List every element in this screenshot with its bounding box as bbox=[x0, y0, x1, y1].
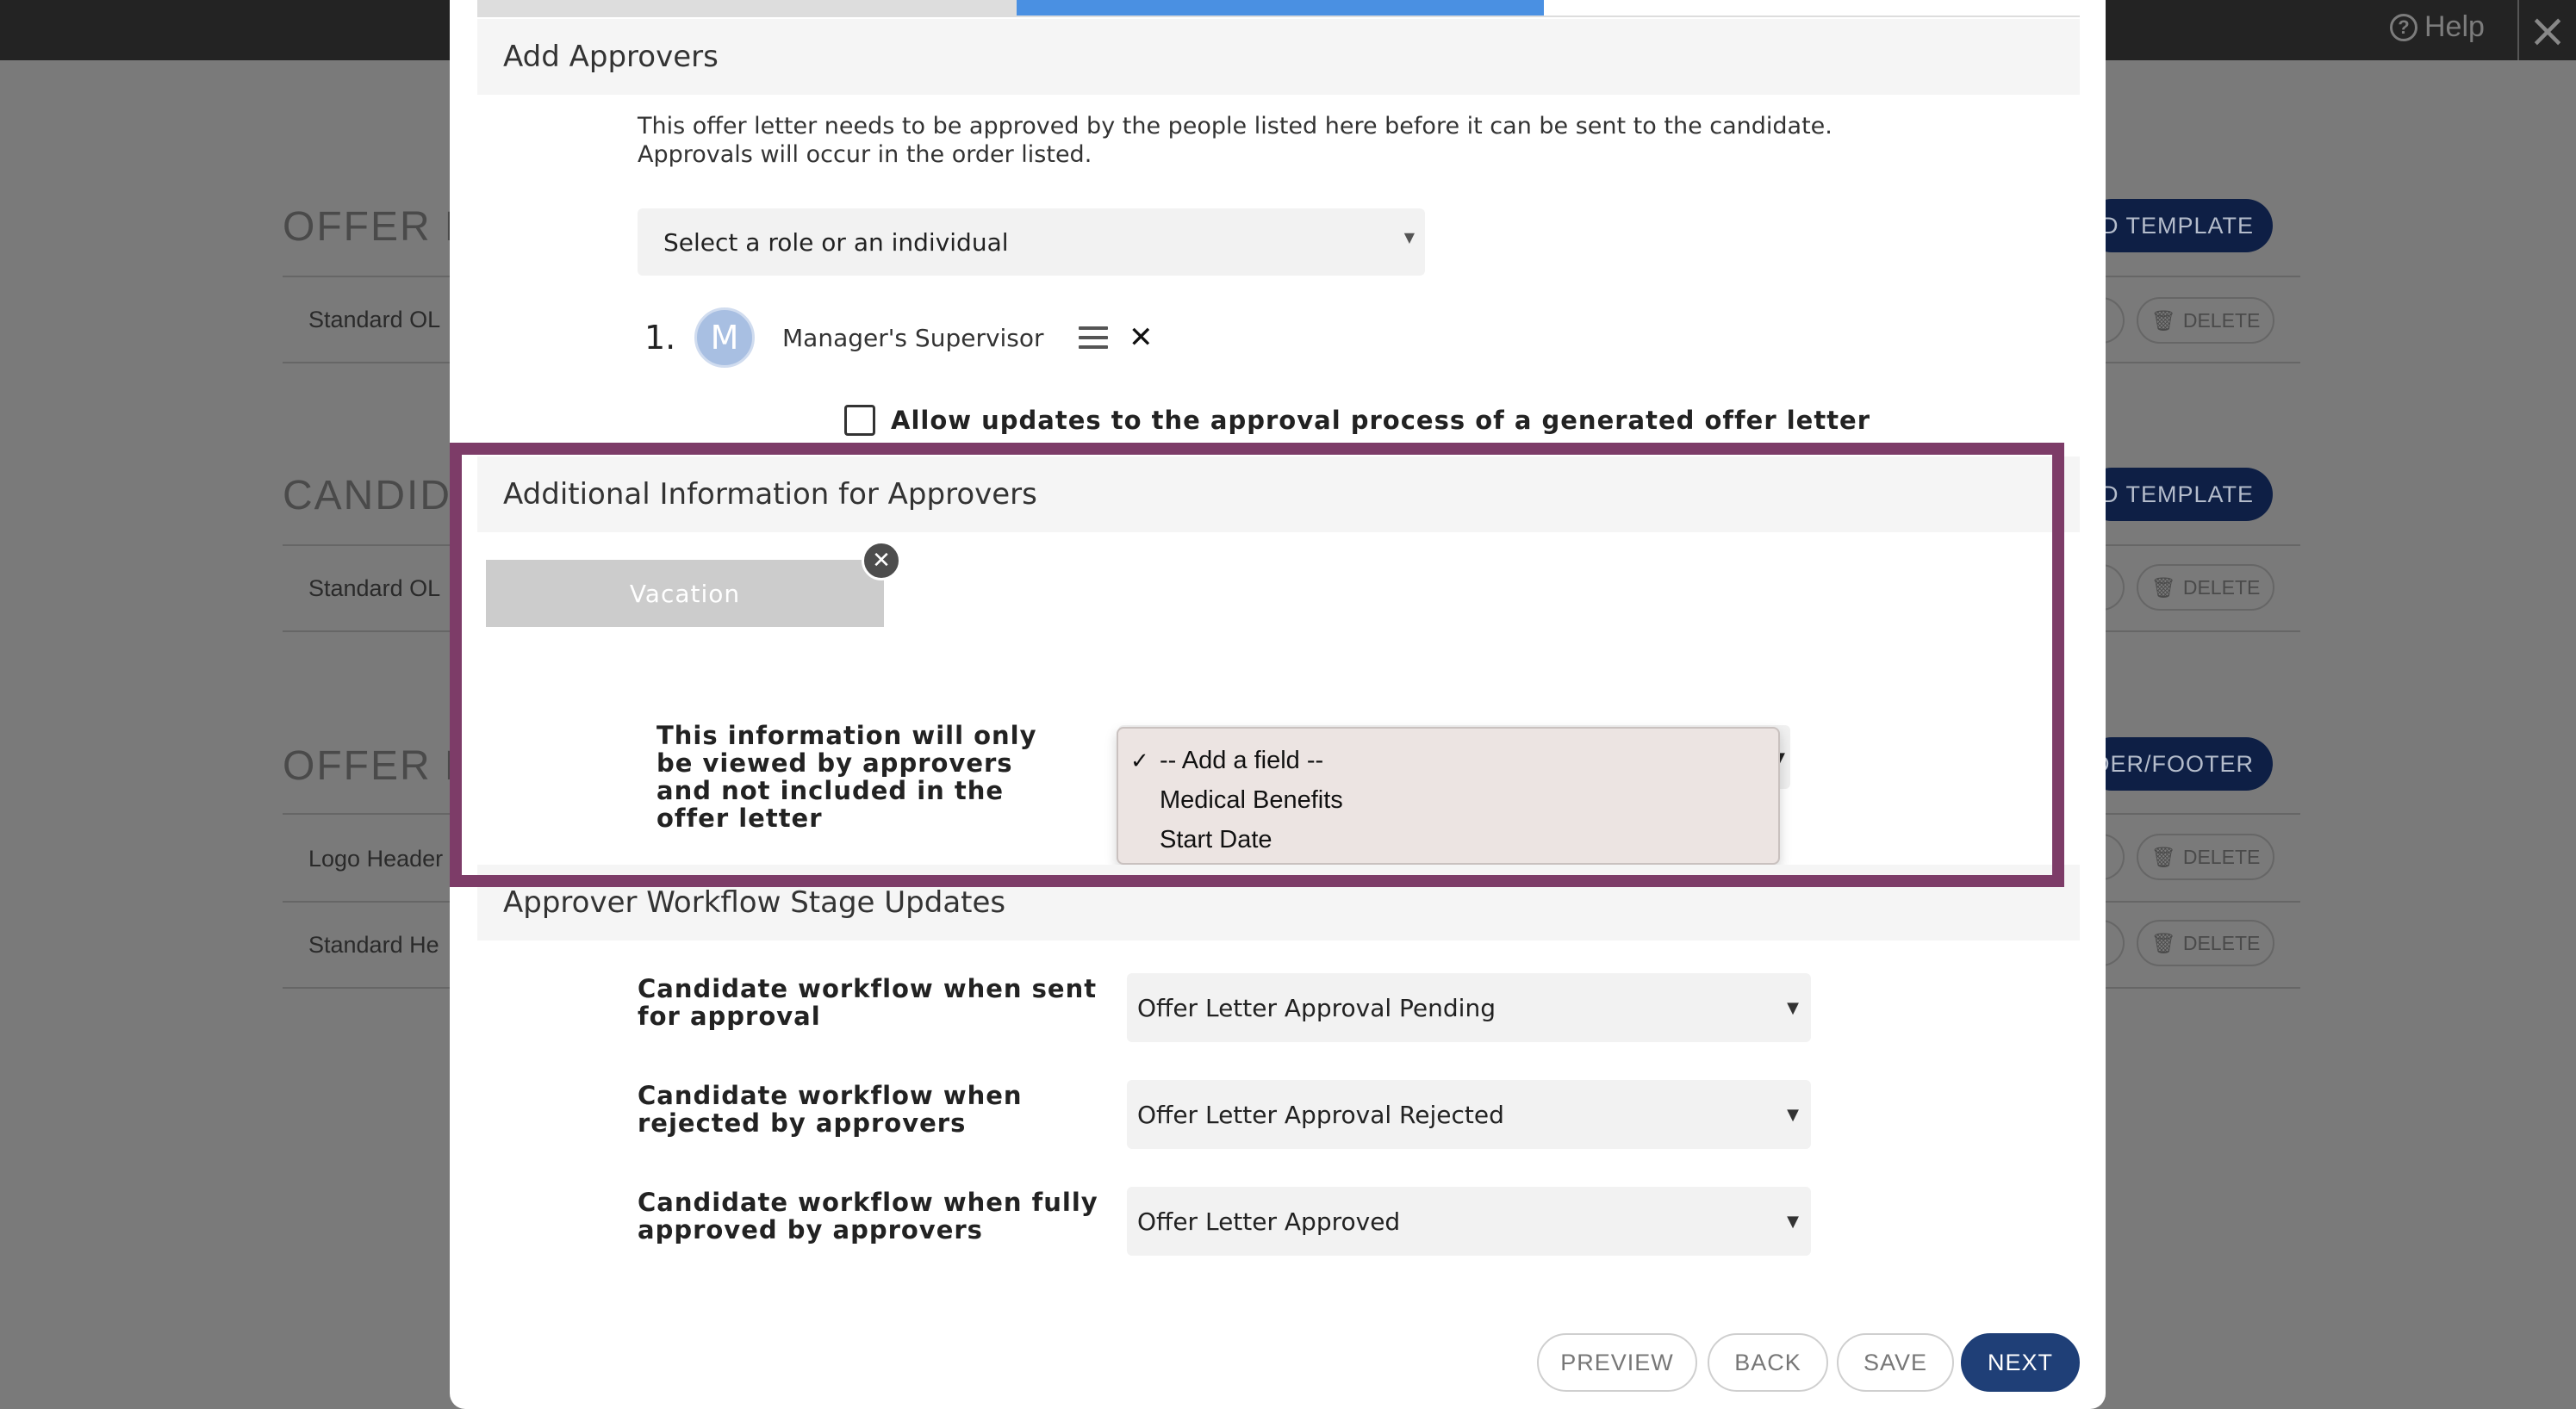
delete-label: DELETE bbox=[2182, 931, 2261, 954]
delete-label: DELETE bbox=[2182, 575, 2261, 599]
workflow-label-approved: Candidate workflow when fully approved b… bbox=[638, 1188, 1098, 1245]
approvers-modal: Add Approvers This offer letter needs to… bbox=[450, 0, 2106, 1409]
help-link[interactable]: ? Help bbox=[2390, 10, 2485, 44]
approver-name: Manager's Supervisor bbox=[782, 323, 1044, 352]
add-header-footer-button[interactable]: DER/FOOTER bbox=[2085, 737, 2273, 791]
bg-row-label: Standard He bbox=[308, 932, 439, 958]
progress-step-complete bbox=[477, 0, 1017, 16]
caret-down-icon: ▼ bbox=[1787, 999, 1799, 1017]
trash-icon: 🗑 bbox=[2150, 575, 2176, 599]
avatar: M bbox=[694, 307, 755, 368]
option-label: Start Date bbox=[1160, 825, 1272, 853]
help-label: Help bbox=[2424, 10, 2485, 43]
trash-icon: 🗑 bbox=[2150, 845, 2176, 868]
drag-handle-icon[interactable] bbox=[1079, 326, 1108, 349]
trash-icon: 🗑 bbox=[2150, 308, 2176, 332]
workflow-select-sent[interactable]: Offer Letter Approval Pending ▼ bbox=[1127, 973, 1811, 1042]
dropdown-option-start-date[interactable]: Start Date bbox=[1118, 820, 1778, 860]
close-icon[interactable]: × bbox=[2517, 0, 2576, 60]
approver-info-note: This information will only be viewed by … bbox=[656, 721, 1037, 833]
workflow-heading: Approver Workflow Stage Updates bbox=[477, 865, 2080, 940]
add-approvers-heading: Add Approvers bbox=[477, 19, 2080, 95]
allow-updates-option: Allow updates to the approval process of… bbox=[844, 405, 1870, 436]
workflow-select-value: Offer Letter Approval Pending bbox=[1137, 993, 1496, 1022]
caret-down-icon: ▼ bbox=[1787, 1213, 1799, 1231]
delete-button[interactable]: 🗑 DELETE bbox=[2137, 920, 2274, 966]
delete-label: DELETE bbox=[2182, 845, 2261, 868]
add-template-button[interactable]: D TEMPLATE bbox=[2085, 468, 2273, 521]
dropdown-option-medical-benefits[interactable]: Medical Benefits bbox=[1118, 780, 1778, 820]
progress-step-current bbox=[1017, 0, 1544, 16]
delete-button[interactable]: 🗑 DELETE bbox=[2137, 297, 2274, 344]
progress-step-pending bbox=[1544, 0, 2080, 16]
help-icon: ? bbox=[2390, 13, 2417, 41]
role-individual-select[interactable]: Select a role or an individual ▼ bbox=[638, 208, 1425, 276]
add-field-dropdown-menu: ✓ -- Add a field -- Medical Benefits Sta… bbox=[1117, 727, 1780, 865]
bg-row-label: Standard OL bbox=[308, 307, 441, 332]
workflow-select-value: Offer Letter Approved bbox=[1137, 1207, 1401, 1236]
role-select-value: Select a role or an individual bbox=[663, 227, 1009, 257]
delete-label: DELETE bbox=[2182, 308, 2261, 332]
vacation-field-chip: Vacation bbox=[486, 560, 884, 627]
chip-label: Vacation bbox=[629, 579, 741, 608]
remove-approver-icon[interactable]: ✕ bbox=[1129, 320, 1154, 355]
back-button[interactable]: BACK bbox=[1708, 1333, 1828, 1392]
approvers-intro-text: This offer letter needs to be approved b… bbox=[638, 113, 1832, 168]
approver-list-item: 1. M Manager's Supervisor ✕ bbox=[644, 307, 1154, 369]
option-label: Medical Benefits bbox=[1160, 785, 1343, 814]
check-icon: ✓ bbox=[1130, 747, 1149, 773]
bg-row-label: Standard OL bbox=[308, 575, 441, 601]
workflow-select-value: Offer Letter Approval Rejected bbox=[1137, 1100, 1504, 1129]
approver-number: 1. bbox=[644, 319, 676, 357]
allow-updates-checkbox[interactable] bbox=[844, 405, 875, 436]
option-label: -- Add a field -- bbox=[1160, 746, 1324, 774]
step-progress-bar bbox=[477, 0, 2080, 17]
workflow-label-sent: Candidate workflow when sent for approva… bbox=[638, 974, 1098, 1031]
preview-button[interactable]: PREVIEW bbox=[1537, 1333, 1697, 1392]
caret-down-icon: ▼ bbox=[1787, 1106, 1799, 1124]
workflow-select-approved[interactable]: Offer Letter Approved ▼ bbox=[1127, 1187, 1811, 1256]
workflow-label-rejected: Candidate workflow when rejected by appr… bbox=[638, 1081, 1023, 1138]
caret-down-icon: ▼ bbox=[1403, 229, 1415, 245]
delete-button[interactable]: 🗑 DELETE bbox=[2137, 834, 2274, 880]
next-button[interactable]: NEXT bbox=[1961, 1333, 2080, 1392]
allow-updates-label: Allow updates to the approval process of… bbox=[891, 406, 1871, 435]
workflow-select-rejected[interactable]: Offer Letter Approval Rejected ▼ bbox=[1127, 1080, 1811, 1149]
remove-chip-icon[interactable]: ✕ bbox=[862, 541, 901, 580]
additional-info-heading: Additional Information for Approvers bbox=[477, 456, 2080, 532]
dropdown-option-add-field[interactable]: ✓ -- Add a field -- bbox=[1118, 741, 1778, 780]
delete-button[interactable]: 🗑 DELETE bbox=[2137, 564, 2274, 611]
trash-icon: 🗑 bbox=[2150, 931, 2176, 954]
save-button[interactable]: SAVE bbox=[1837, 1333, 1954, 1392]
bg-row-label: Logo Header bbox=[308, 846, 444, 872]
add-template-button[interactable]: D TEMPLATE bbox=[2085, 199, 2273, 252]
